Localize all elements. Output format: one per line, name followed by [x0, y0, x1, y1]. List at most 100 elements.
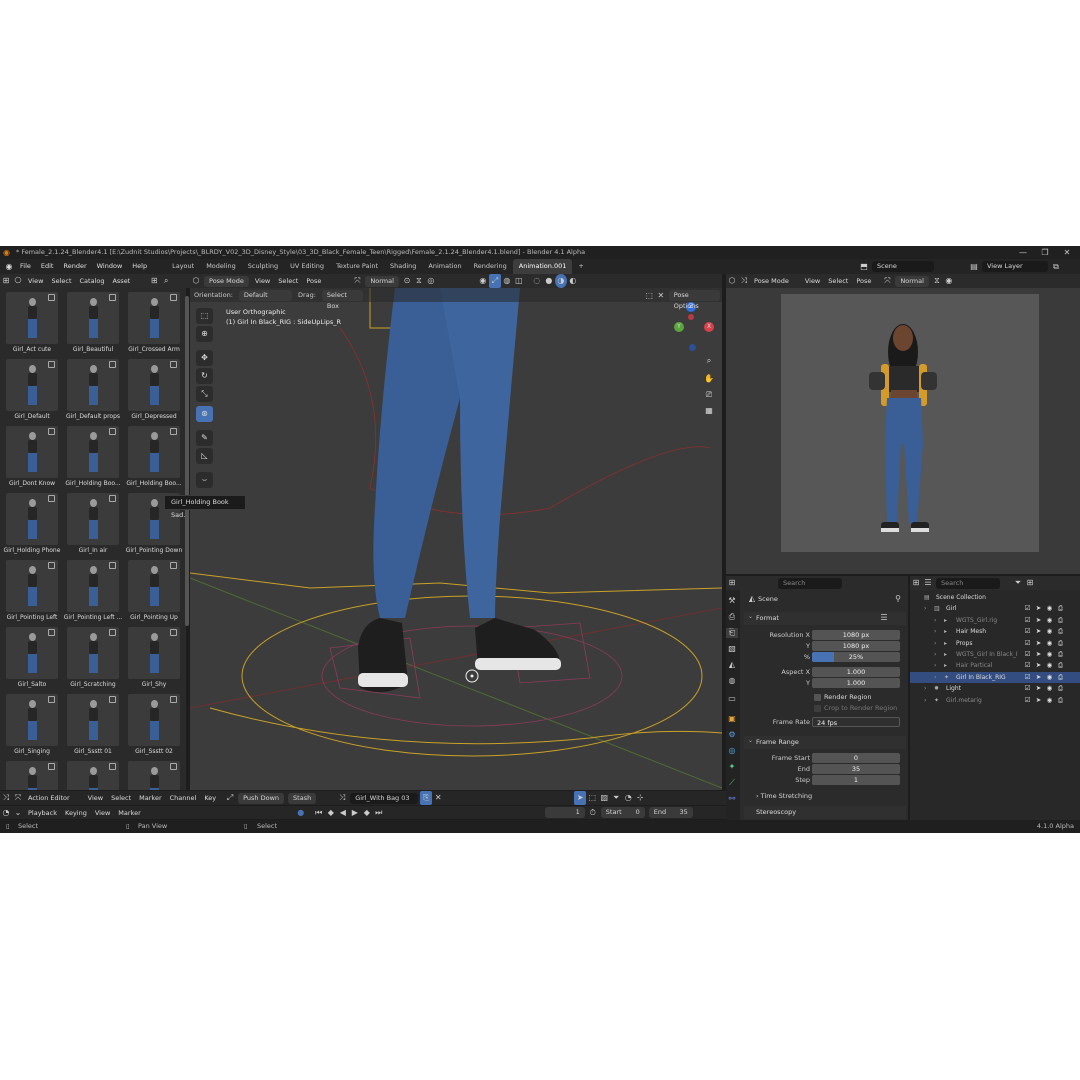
eye-icon[interactable]: ◉	[1044, 603, 1055, 614]
format-presets-icon[interactable]: ☰	[878, 613, 890, 622]
asset-edit-icon[interactable]	[170, 763, 177, 770]
frame-rate-dropdown[interactable]: 24 fps	[812, 717, 900, 727]
outliner-item[interactable]: › ✦ Girl.metarig ☑ ➤ ◉ ⎙	[910, 695, 1080, 706]
expand-arrow-icon[interactable]: ›	[934, 649, 936, 660]
asset-edit-icon[interactable]	[109, 629, 116, 636]
pose-menu[interactable]: Pose	[302, 274, 325, 288]
only-selected-icon[interactable]: ➤	[574, 791, 587, 805]
render-tab-icon[interactable]: ⎙	[726, 612, 738, 622]
output-tab-icon[interactable]: ⎗	[726, 628, 738, 638]
outliner-item[interactable]: › ▸ WGTS_Girl In Black_I ☑ ➤ ◉ ⎙	[910, 649, 1080, 660]
exclude-checkbox-icon[interactable]: ☑	[1022, 626, 1033, 637]
transform-tool[interactable]: ⊛	[196, 406, 213, 422]
view-layer-tab-icon[interactable]: ▧	[726, 644, 738, 653]
view-layer-field[interactable]: View Layer	[982, 261, 1048, 272]
bone-tab-icon[interactable]: ⟋	[726, 778, 738, 788]
playback-menu[interactable]: Playback	[24, 809, 61, 817]
action-menu-key[interactable]: Key	[200, 791, 220, 805]
asset-thumbnail[interactable]: Girl_Scratching	[65, 627, 121, 689]
play-icon[interactable]: ▶	[349, 808, 361, 817]
scene-tab-icon[interactable]: ◭	[726, 660, 738, 669]
annotate-tool[interactable]: ✎	[196, 430, 213, 446]
resolution-x-field[interactable]: 1080 px	[812, 630, 900, 640]
action-menu-view[interactable]: View	[84, 791, 107, 805]
select-box-tool[interactable]: ⬚	[196, 308, 213, 324]
outliner-editor-icon[interactable]: ⊞	[910, 576, 922, 590]
tab-shading[interactable]: Shading	[384, 259, 422, 274]
render-camera-icon[interactable]: ⎙	[1055, 695, 1066, 706]
asset-edit-icon[interactable]	[48, 294, 55, 301]
keying-menu[interactable]: Keying	[61, 809, 91, 817]
selectable-icon[interactable]: ➤	[1033, 649, 1044, 660]
action-editor-dropdown[interactable]: Action Editor	[24, 791, 74, 805]
auto-key-icon[interactable]: ●	[295, 808, 307, 817]
timeline-collapse-icon[interactable]: ⌄	[12, 808, 24, 817]
properties-editor-icon[interactable]: ⊞	[726, 576, 738, 590]
asset-thumbnail[interactable]: Girl_Beautiful	[65, 292, 121, 354]
tool-tab-icon[interactable]: ⚒	[726, 596, 738, 605]
asset-edit-icon[interactable]	[109, 495, 116, 502]
asset-thumbnail[interactable]: Girl_Default props	[65, 359, 121, 421]
physics-tab-icon[interactable]: ◎	[726, 746, 738, 755]
asset-edit-icon[interactable]	[109, 763, 116, 770]
frame-start-field[interactable]: 0	[812, 753, 900, 763]
timeline-marker-menu[interactable]: Marker	[114, 809, 144, 817]
3d-viewport[interactable]: ⬡ Pose Mode View Select Pose User Orthog…	[190, 288, 722, 790]
gizmo-y-axis[interactable]: Y	[674, 322, 684, 332]
dopesheet-editor-icon[interactable]: ⤨	[0, 791, 12, 805]
outliner-item[interactable]: › ▸ Hair Partical ☑ ➤ ◉ ⎙	[910, 660, 1080, 671]
render-camera-icon[interactable]: ⎙	[1055, 615, 1066, 626]
pose-options-button[interactable]: Pose Options	[668, 289, 720, 310]
scene-selector[interactable]: ⬒ Scene	[858, 261, 936, 272]
expand-arrow-icon[interactable]: ›	[934, 615, 936, 626]
tab-animation-001[interactable]: Animation.001	[512, 259, 573, 274]
resolution-y-field[interactable]: 1080 px	[812, 641, 900, 651]
auto-normalize-icon[interactable]: ◔	[622, 791, 634, 805]
asset-thumbnail[interactable]: Girl_Holding Boo...	[126, 426, 182, 488]
asset-thumbnail[interactable]: Girl_Pointing Left	[4, 560, 60, 622]
orientation-dropdown[interactable]: Default	[238, 289, 292, 301]
selectable-icon[interactable]: ➤	[1033, 615, 1044, 626]
exclude-checkbox-icon[interactable]: ☑	[1022, 603, 1033, 614]
snap-icon[interactable]: ⧖	[413, 274, 425, 288]
search-icon[interactable]: ⌕	[160, 274, 172, 288]
gizmo-x-axis[interactable]: X	[704, 322, 714, 332]
visibility-icon[interactable]: ◉	[477, 274, 489, 288]
selectable-icon[interactable]: ➤	[1033, 660, 1044, 671]
render-mode-dropdown[interactable]: Pose Mode	[750, 274, 793, 288]
cursor-tool[interactable]: ⊕	[196, 326, 213, 342]
next-key-icon[interactable]: ◆	[361, 808, 373, 817]
menu-render[interactable]: Render	[58, 259, 91, 274]
selectable-icon[interactable]: ➤	[1033, 683, 1044, 694]
gizmo-neg-x[interactable]	[688, 314, 694, 320]
asset-edit-icon[interactable]	[48, 696, 55, 703]
render-snap-icon[interactable]: ⧖	[931, 274, 943, 288]
asset-edit-icon[interactable]	[170, 294, 177, 301]
unlink-action-icon[interactable]: ✕	[432, 791, 444, 805]
outliner-item[interactable]: › ▸ Props ☑ ➤ ◉ ⎙	[910, 638, 1080, 649]
action-menu-marker[interactable]: Marker	[135, 791, 165, 805]
frame-step-field[interactable]: 1	[812, 775, 900, 785]
asset-edit-icon[interactable]	[48, 361, 55, 368]
eye-icon[interactable]: ◉	[1044, 649, 1055, 660]
proportional-edit-icon[interactable]: ⊹	[634, 791, 646, 805]
asset-thumbnail[interactable]: Girl_Pointing Up	[126, 560, 182, 622]
end-frame-field[interactable]: End 35	[648, 807, 693, 818]
asset-thumbnail[interactable]: Girl_Shy	[126, 627, 182, 689]
action-menu-channel[interactable]: Channel	[166, 791, 201, 805]
tab-sculpting[interactable]: Sculpting	[242, 259, 284, 274]
fake-user-icon[interactable]: ⎘	[420, 791, 433, 805]
properties-search[interactable]: Search	[778, 577, 842, 589]
asset-thumbnail[interactable]: Girl_Crossed Arm	[126, 292, 182, 354]
asset-edit-icon[interactable]	[48, 763, 55, 770]
menu-help[interactable]: Help	[127, 259, 152, 274]
asset-edit-icon[interactable]	[170, 428, 177, 435]
stash-button[interactable]: Stash	[288, 792, 317, 804]
armature-tab-icon[interactable]: ✦	[726, 762, 738, 771]
asset-thumbnail[interactable]: Girl_In air	[65, 493, 121, 555]
expand-arrow-icon[interactable]: ›	[924, 603, 926, 614]
pose-relax-tool[interactable]: ⌣	[196, 472, 213, 488]
jump-start-icon[interactable]: ⏮	[313, 808, 325, 818]
current-frame-field[interactable]: 1	[544, 807, 585, 818]
selectable-icon[interactable]: ➤	[1033, 638, 1044, 649]
